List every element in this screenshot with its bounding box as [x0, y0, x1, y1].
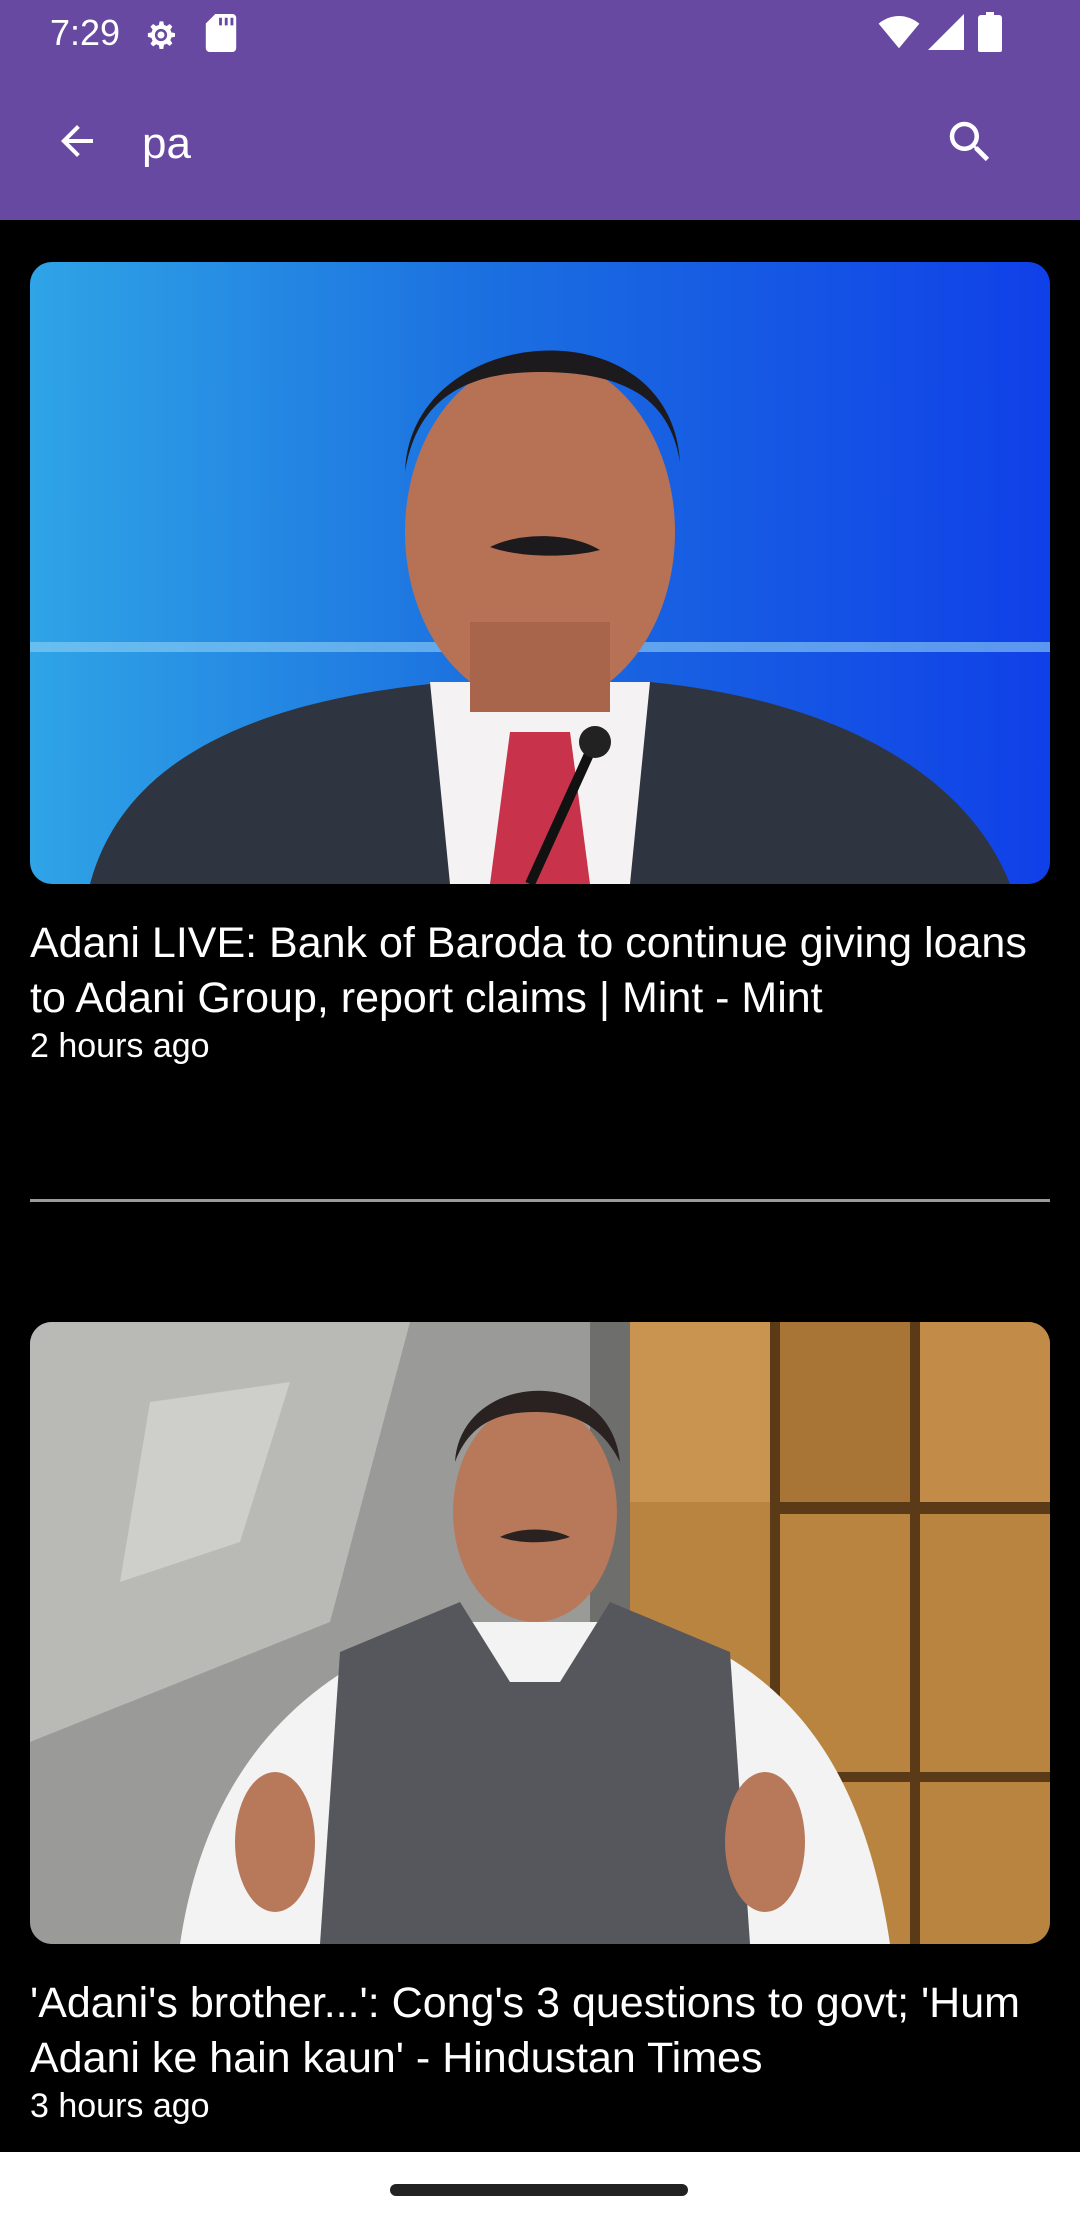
screen: 7:29 pa Adani LIVE: Bank of Baroda to co… — [0, 0, 1080, 2220]
wifi-icon — [878, 16, 920, 55]
article-divider — [30, 1199, 1050, 1202]
cell-signal-icon — [928, 14, 964, 55]
search-icon — [943, 115, 997, 174]
news-card[interactable]: 'Adani's brother...': Cong's 3 questions… — [30, 1322, 1050, 2126]
article-headline[interactable]: 'Adani's brother...': Cong's 3 questions… — [30, 1976, 1050, 2086]
article-thumbnail[interactable] — [30, 262, 1050, 884]
article-time: 3 hours ago — [30, 2087, 210, 2125]
news-feed[interactable]: Adani LIVE: Bank of Baroda to continue g… — [0, 220, 1080, 2152]
arrow-back-icon — [53, 117, 101, 170]
article-headline[interactable]: Adani LIVE: Bank of Baroda to continue g… — [30, 916, 1050, 1026]
search-input[interactable] — [142, 112, 922, 176]
sd-card-icon — [204, 14, 238, 57]
home-gesture-handle[interactable] — [390, 2184, 688, 2196]
search-button[interactable] — [930, 104, 1010, 184]
article-thumbnail[interactable] — [30, 1322, 1050, 1944]
article-time: 2 hours ago — [30, 1027, 210, 1065]
status-time: 7:29 — [50, 12, 121, 53]
news-card[interactable]: Adani LIVE: Bank of Baroda to continue g… — [30, 262, 1050, 1066]
battery-icon — [978, 12, 1002, 57]
search-app-bar — [0, 66, 1080, 220]
back-button[interactable] — [40, 106, 114, 180]
status-bar: 7:29 — [0, 0, 1080, 66]
navigation-bar — [0, 2152, 1080, 2220]
settings-gear-icon — [140, 14, 182, 61]
